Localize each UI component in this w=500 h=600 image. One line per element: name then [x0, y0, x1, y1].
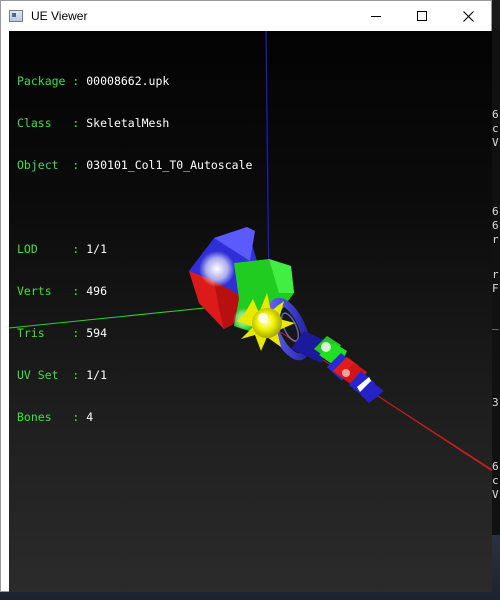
3d-viewport[interactable]: Package : 00008662.upk Class : SkeletalM… [9, 31, 492, 592]
maximize-button[interactable] [399, 1, 445, 31]
axis-z [265, 31, 270, 297]
mesh-info-overlay: Package : 00008662.upk Class : SkeletalM… [17, 46, 252, 452]
app-icon[interactable] [9, 10, 23, 22]
mesh-handle [291, 331, 492, 471]
info-row-object: Object : 030101_Col1_T0_Autoscale [17, 158, 253, 172]
background-char: _ [492, 317, 499, 330]
background-char: V [492, 136, 499, 149]
ue-viewer-window: UE Viewer Package: 00008662.upk Class:… [0, 0, 492, 592]
background-char: 6 [492, 460, 499, 473]
maximize-icon [417, 11, 427, 21]
info-row-package: Package : 00008662.upk [17, 74, 170, 88]
info-row-tris: Tris : 594 [17, 326, 108, 340]
background-char: c [492, 122, 499, 135]
minimize-icon [371, 16, 381, 17]
title-bar[interactable]: UE Viewer [1, 1, 491, 31]
info-row-lod: LOD : 1/1 [17, 242, 108, 256]
background-char: 6 [492, 108, 499, 121]
info-row-class: Class : SkeletalMesh [17, 116, 170, 130]
minimize-button[interactable] [353, 1, 399, 31]
window-title: UE Viewer [31, 9, 88, 23]
background-char: F [492, 282, 499, 295]
background-char: r [492, 233, 499, 246]
background-char: 6 [492, 205, 499, 218]
close-button[interactable] [445, 1, 491, 31]
background-char: V [492, 488, 499, 501]
info-row-bones: Bones : 4 [17, 410, 94, 424]
background-char: 6 [492, 219, 499, 232]
close-icon [462, 10, 474, 22]
background-char: r [492, 268, 499, 281]
background-window-right: 6 c V 6 6 r r F _ 3 6 c V [492, 30, 500, 600]
background-char: 3 [492, 396, 499, 409]
info-row-uv-set: UV Set : 1/1 [17, 368, 108, 382]
background-char: c [492, 474, 499, 487]
info-row-verts: Verts : 496 [17, 284, 108, 298]
